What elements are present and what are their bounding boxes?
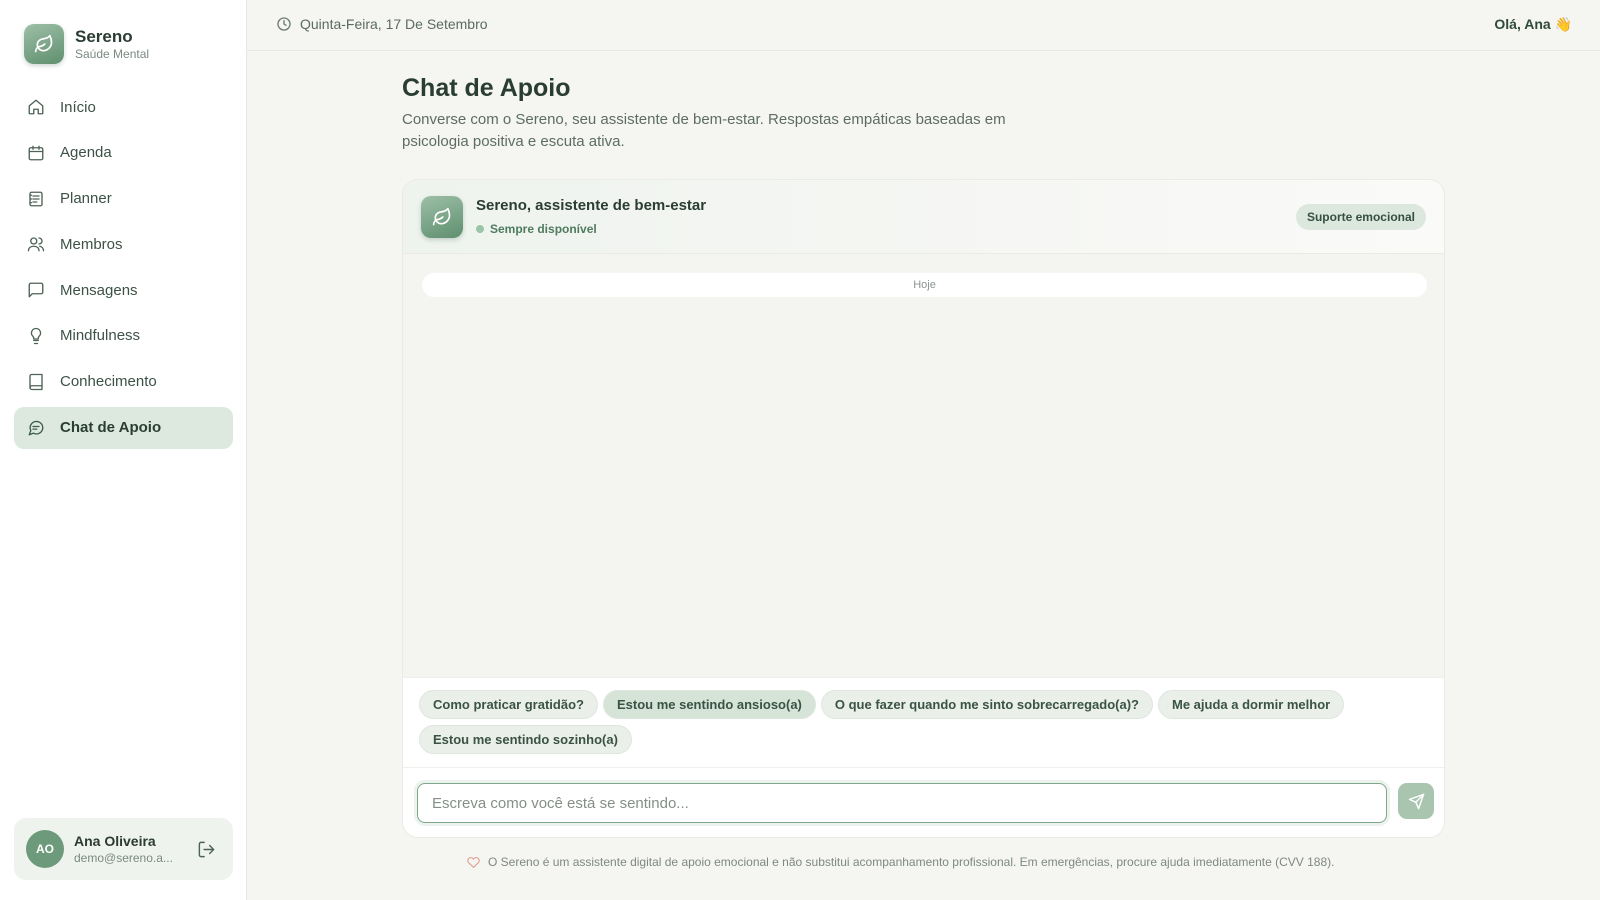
suggestion-chips: Como praticar gratidão? Estou me sentindo… — [403, 677, 1444, 768]
disclaimer-text: O Sereno é um assistente digital de apoi… — [488, 855, 1335, 869]
brand-subtitle: Saúde Mental — [75, 47, 150, 61]
page-title: Chat de Apoio — [402, 74, 571, 102]
sidebar-item-label: Chat de Apoio — [60, 419, 162, 437]
sidebar-item-inicio[interactable]: Início — [14, 86, 233, 128]
sidebar-item-planner[interactable]: Planner — [14, 178, 233, 220]
sidebar-item-label: Mensagens — [60, 281, 138, 299]
bot-name: Sereno, assistente de bem-estar — [476, 197, 707, 214]
chat-icon — [26, 418, 46, 438]
chat-header: Sereno, assistente de bem-estar Sempre d… — [403, 180, 1444, 254]
calendar-icon — [26, 143, 46, 163]
home-icon — [26, 97, 46, 117]
suggestion-chip[interactable]: Estou me sentindo ansioso(a) — [602, 690, 816, 719]
greeting: Olá, Ana 👋 — [1494, 16, 1572, 32]
send-button[interactable] — [1398, 783, 1434, 819]
bot-status: Sempre disponível — [476, 222, 597, 236]
sidebar-item-mindfulness[interactable]: Mindfulness — [14, 315, 233, 357]
sidebar-item-label: Mindfulness — [60, 327, 141, 345]
sidebar-item-label: Planner — [60, 190, 112, 208]
sidebar-item-label: Conhecimento — [60, 373, 157, 391]
suggestion-chip[interactable]: Como praticar gratidão? — [419, 690, 598, 719]
suggestion-chip[interactable]: O que fazer quando me sinto sobrecarrega… — [820, 690, 1154, 719]
leaf-logo-icon — [24, 24, 64, 64]
sidebar-item-label: Agenda — [60, 144, 112, 162]
date-text: Quinta-Feira, 17 De Setembro — [300, 16, 488, 32]
users-icon — [26, 234, 46, 254]
day-separator: Hoje — [422, 273, 1427, 297]
user-email: demo@sereno.a... — [74, 851, 173, 865]
chat-input-row — [403, 768, 1444, 837]
suggestion-chip[interactable]: Me ajuda a dormir melhor — [1158, 690, 1345, 719]
sidebar-item-chat-de-apoio[interactable]: Chat de Apoio — [14, 406, 233, 449]
message-icon — [26, 280, 46, 300]
support-badge: Suporte emocional — [1295, 204, 1426, 230]
sidebar-item-membros[interactable]: Membros — [14, 223, 233, 265]
logout-icon[interactable] — [195, 838, 217, 860]
sidebar-item-conhecimento[interactable]: Conhecimento — [14, 361, 233, 403]
send-icon — [1408, 793, 1424, 809]
disclaimer: O Sereno é um assistente digital de apoi… — [467, 855, 1334, 869]
user-card: AO Ana Oliveira demo@sereno.a... — [14, 818, 233, 880]
sidebar-item-agenda[interactable]: Agenda — [14, 132, 233, 174]
user-name: Ana Oliveira — [74, 833, 156, 849]
page-description: Converse com o Sereno, seu assistente de… — [402, 111, 1006, 150]
topbar: Quinta-Feira, 17 De Setembro Olá, Ana 👋 — [247, 0, 1600, 51]
sidebar-item-label: Membros — [60, 235, 123, 253]
status-text: Sempre disponível — [490, 222, 597, 236]
brand-name: Sereno — [75, 27, 133, 46]
status-dot-icon — [476, 225, 484, 233]
brand[interactable]: Sereno Saúde Mental — [24, 24, 149, 64]
clock-icon — [276, 16, 292, 32]
leaf-bot-icon — [421, 196, 463, 238]
suggestion-chip[interactable]: Estou me sentindo sozinho(a) — [419, 725, 632, 754]
heart-icon — [467, 856, 480, 869]
date-display: Quinta-Feira, 17 De Setembro — [276, 16, 488, 32]
lightbulb-icon — [26, 326, 46, 346]
sidebar-nav: Início Agenda Planner Membros Mensagens … — [14, 86, 233, 452]
avatar[interactable]: AO — [26, 830, 64, 868]
planner-icon — [26, 189, 46, 209]
sidebar-item-mensagens[interactable]: Mensagens — [14, 269, 233, 311]
chat-message-input[interactable] — [417, 783, 1387, 823]
chat-panel: Sereno, assistente de bem-estar Sempre d… — [402, 179, 1445, 838]
sidebar: Sereno Saúde Mental Início Agenda Planne… — [0, 0, 247, 900]
sidebar-item-label: Início — [60, 98, 96, 116]
book-icon — [26, 372, 46, 392]
